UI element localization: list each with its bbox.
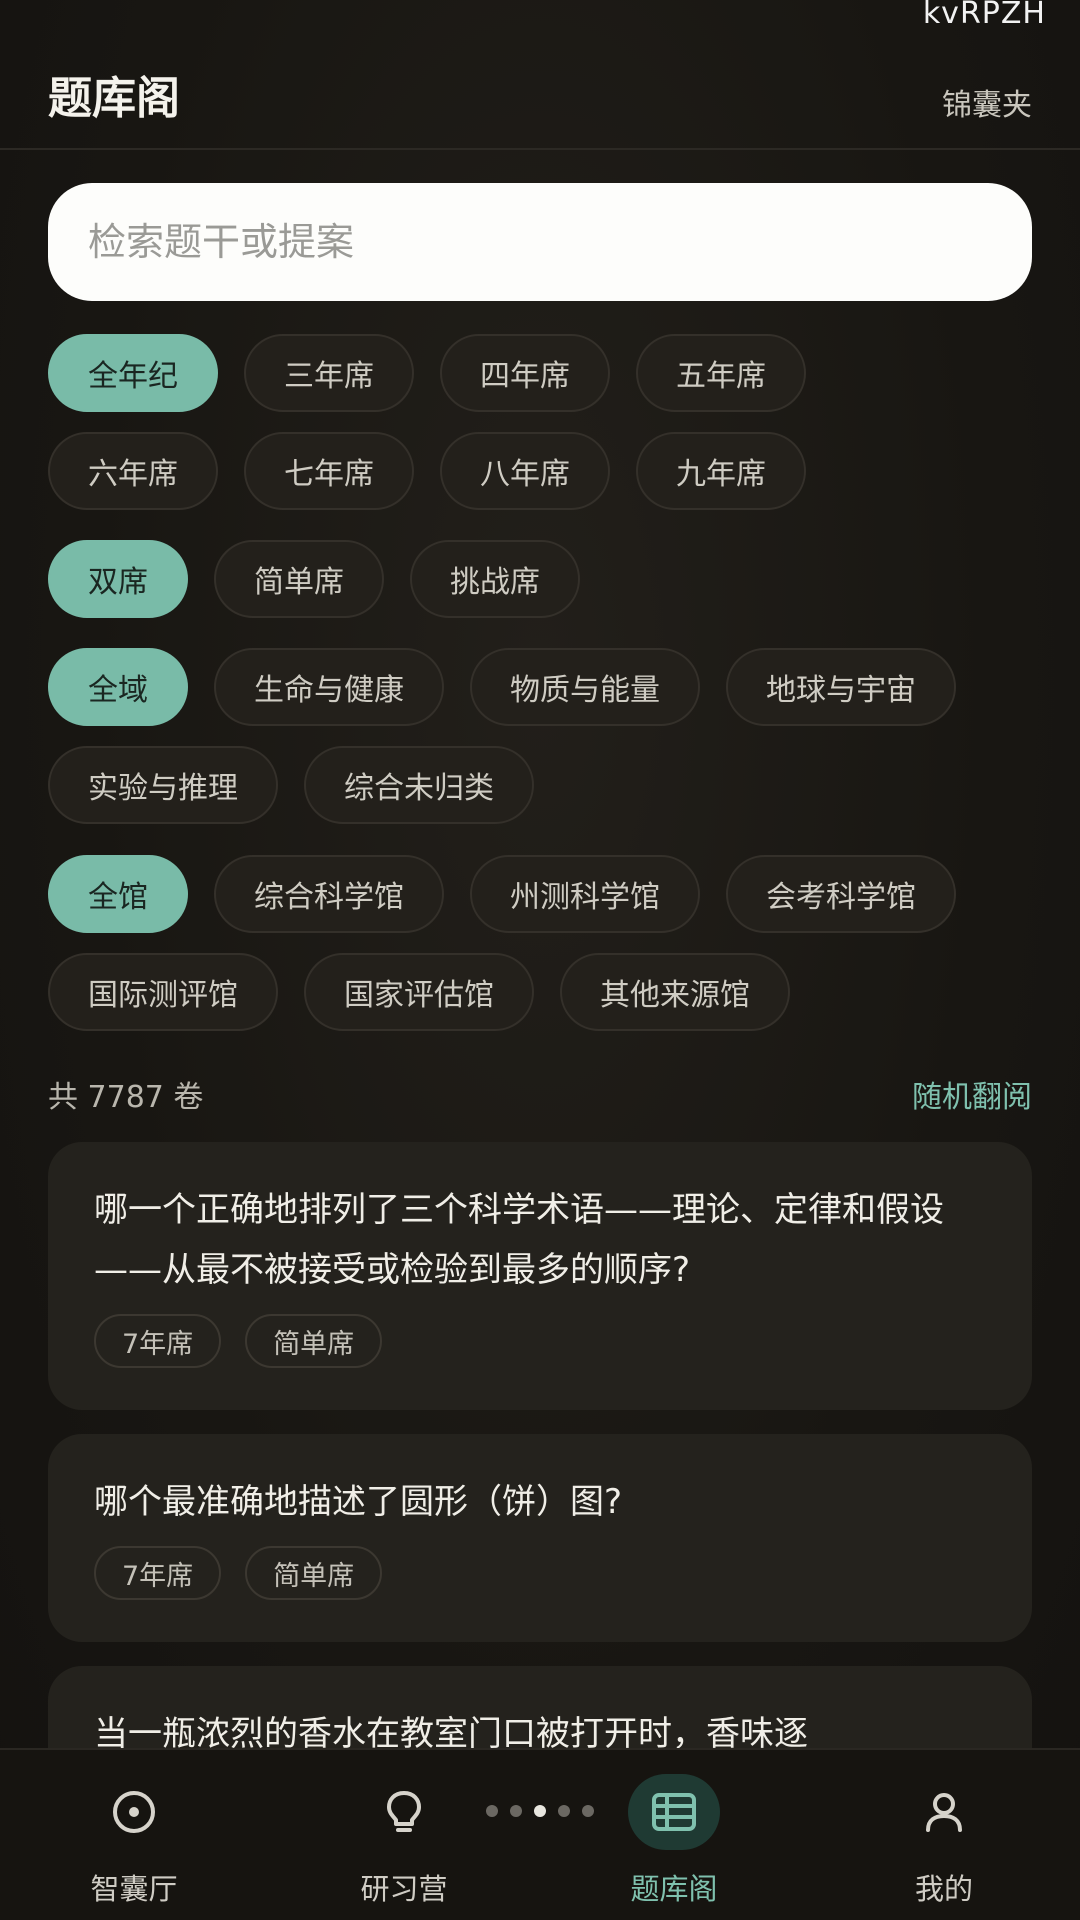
lightbulb-icon (358, 1774, 450, 1850)
nav-label: 我的 (914, 1872, 973, 1906)
page-dot (486, 1805, 498, 1817)
domain-filter-row-2: 实验与推理 综合未归类 (48, 746, 560, 824)
chip-source-other[interactable]: 其他来源馆 (560, 953, 790, 1031)
chip-domain-experiment[interactable]: 实验与推理 (48, 746, 278, 824)
chip-grade-3[interactable]: 三年席 (244, 334, 414, 412)
chip-source-general[interactable]: 综合科学馆 (214, 855, 444, 933)
result-count: 共 7787 卷 (48, 1080, 204, 1115)
question-card[interactable]: 哪个最准确地描述了圆形（饼）图? 7年席 简单席 (48, 1434, 1032, 1642)
question-tags: 7年席 简单席 (94, 1546, 986, 1600)
target-icon (88, 1774, 180, 1850)
table-icon (628, 1774, 720, 1850)
chip-domain-life[interactable]: 生命与健康 (214, 648, 444, 726)
chip-grade-6[interactable]: 六年席 (48, 432, 218, 510)
chip-domain-other[interactable]: 综合未归类 (304, 746, 534, 824)
chip-grade-8[interactable]: 八年席 (440, 432, 610, 510)
question-tags: 7年席 简单席 (94, 1314, 986, 1368)
chip-source-international[interactable]: 国际测评馆 (48, 953, 278, 1031)
tag-difficulty: 简单席 (245, 1546, 383, 1600)
grade-filter-row-1: 全年纪 三年席 四年席 五年席 (48, 334, 832, 412)
chip-grade-7[interactable]: 七年席 (244, 432, 414, 510)
source-filter-row-2: 国际测评馆 国家评估馆 其他来源馆 (48, 953, 816, 1031)
source-filter-row-1: 全馆 综合科学馆 州测科学馆 会考科学馆 (48, 855, 982, 933)
grade-filter-row-2: 六年席 七年席 八年席 九年席 (48, 432, 832, 510)
page-dot (510, 1805, 522, 1817)
user-icon (898, 1774, 990, 1850)
chip-source-exam[interactable]: 会考科学馆 (726, 855, 956, 933)
nav-item-study[interactable]: 研习营 (304, 1750, 504, 1920)
bottom-nav: 智囊厅 研习营 题库阁 我的 (0, 1748, 1080, 1920)
favorites-link[interactable]: 锦囊夹 (942, 80, 1032, 124)
nav-item-question-bank[interactable]: 题库阁 (574, 1750, 774, 1920)
question-title: 哪个最准确地描述了圆形（饼）图? (94, 1482, 623, 1522)
page-dot (582, 1805, 594, 1817)
tag-grade: 7年席 (94, 1546, 222, 1600)
question-title: 哪一个正确地排列了三个科学术语——理论、定律和假设——从最不被接受或检验到最多的… (94, 1190, 944, 1290)
app-screen: kvRPZH 题库阁 锦囊夹 全年纪 三年席 四年席 五年席 六年席 七年席 八… (0, 0, 1080, 1920)
header: 题库阁 锦囊夹 (0, 0, 1080, 150)
search-bar[interactable] (48, 183, 1032, 301)
chip-difficulty-easy[interactable]: 简单席 (214, 540, 384, 618)
nav-label: 研习营 (360, 1872, 448, 1906)
page-title: 题库阁 (48, 73, 180, 124)
difficulty-filter-row: 双席 简单席 挑战席 (48, 540, 606, 618)
chip-source-state[interactable]: 州测科学馆 (470, 855, 700, 933)
tag-difficulty: 简单席 (245, 1314, 383, 1368)
chip-source-all[interactable]: 全馆 (48, 855, 188, 933)
page-dot-active (534, 1805, 546, 1817)
nav-item-profile[interactable]: 我的 (844, 1750, 1044, 1920)
chip-grade-all[interactable]: 全年纪 (48, 334, 218, 412)
chip-difficulty-challenge[interactable]: 挑战席 (410, 540, 580, 618)
nav-item-hall[interactable]: 智囊厅 (34, 1750, 234, 1920)
domain-filter-row-1: 全域 生命与健康 物质与能量 地球与宇宙 (48, 648, 982, 726)
question-card[interactable]: 哪一个正确地排列了三个科学术语——理论、定律和假设——从最不被接受或检验到最多的… (48, 1142, 1032, 1410)
chip-domain-earth[interactable]: 地球与宇宙 (726, 648, 956, 726)
nav-label: 题库阁 (630, 1872, 718, 1906)
page-indicator (486, 1805, 606, 1817)
search-input[interactable] (86, 219, 994, 265)
nav-label: 智囊厅 (90, 1872, 178, 1906)
chip-difficulty-all[interactable]: 双席 (48, 540, 188, 618)
chip-source-national[interactable]: 国家评估馆 (304, 953, 534, 1031)
chip-domain-matter[interactable]: 物质与能量 (470, 648, 700, 726)
random-browse-link[interactable]: 随机翻阅 (912, 1072, 1032, 1116)
chip-grade-5[interactable]: 五年席 (636, 334, 806, 412)
chip-domain-all[interactable]: 全域 (48, 648, 188, 726)
chip-grade-9[interactable]: 九年席 (636, 432, 806, 510)
tag-grade: 7年席 (94, 1314, 222, 1368)
page-dot (558, 1805, 570, 1817)
chip-grade-4[interactable]: 四年席 (440, 334, 610, 412)
